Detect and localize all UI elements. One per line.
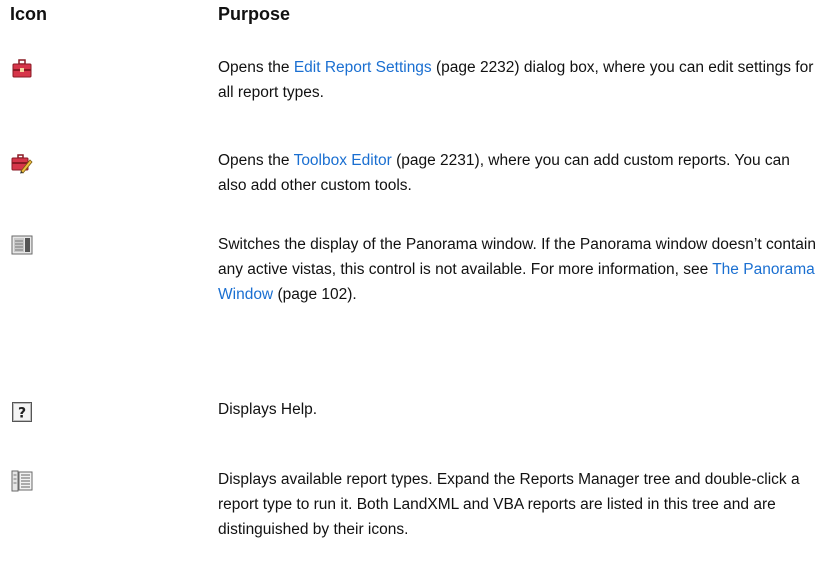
description-text: Opens the bbox=[218, 152, 294, 169]
toolbox-editor-link[interactable]: Toolbox Editor bbox=[294, 152, 392, 169]
row-description: Opens the Edit Report Settings (page 223… bbox=[218, 55, 818, 105]
purpose-column-header: Purpose bbox=[218, 4, 291, 24]
panorama-icon[interactable] bbox=[11, 234, 33, 256]
toolbox-icon[interactable] bbox=[11, 58, 33, 80]
help-icon[interactable]: ? bbox=[11, 401, 33, 423]
description-text: Opens the bbox=[218, 59, 294, 76]
description-text: (page 102). bbox=[273, 286, 357, 303]
icon-column-header: Icon bbox=[10, 4, 48, 24]
row-description: Switches the display of the Panorama win… bbox=[218, 232, 818, 307]
toolbox-edit-icon[interactable] bbox=[11, 152, 33, 174]
row-description: Opens the Toolbox Editor (page 2231), wh… bbox=[218, 148, 818, 198]
row-description: Displays available report types. Expand … bbox=[218, 471, 800, 538]
report-tree-icon[interactable] bbox=[11, 470, 33, 492]
svg-text:?: ? bbox=[18, 406, 26, 422]
edit-report-settings-link[interactable]: Edit Report Settings bbox=[294, 59, 432, 76]
row-description: Displays Help. bbox=[218, 401, 318, 418]
